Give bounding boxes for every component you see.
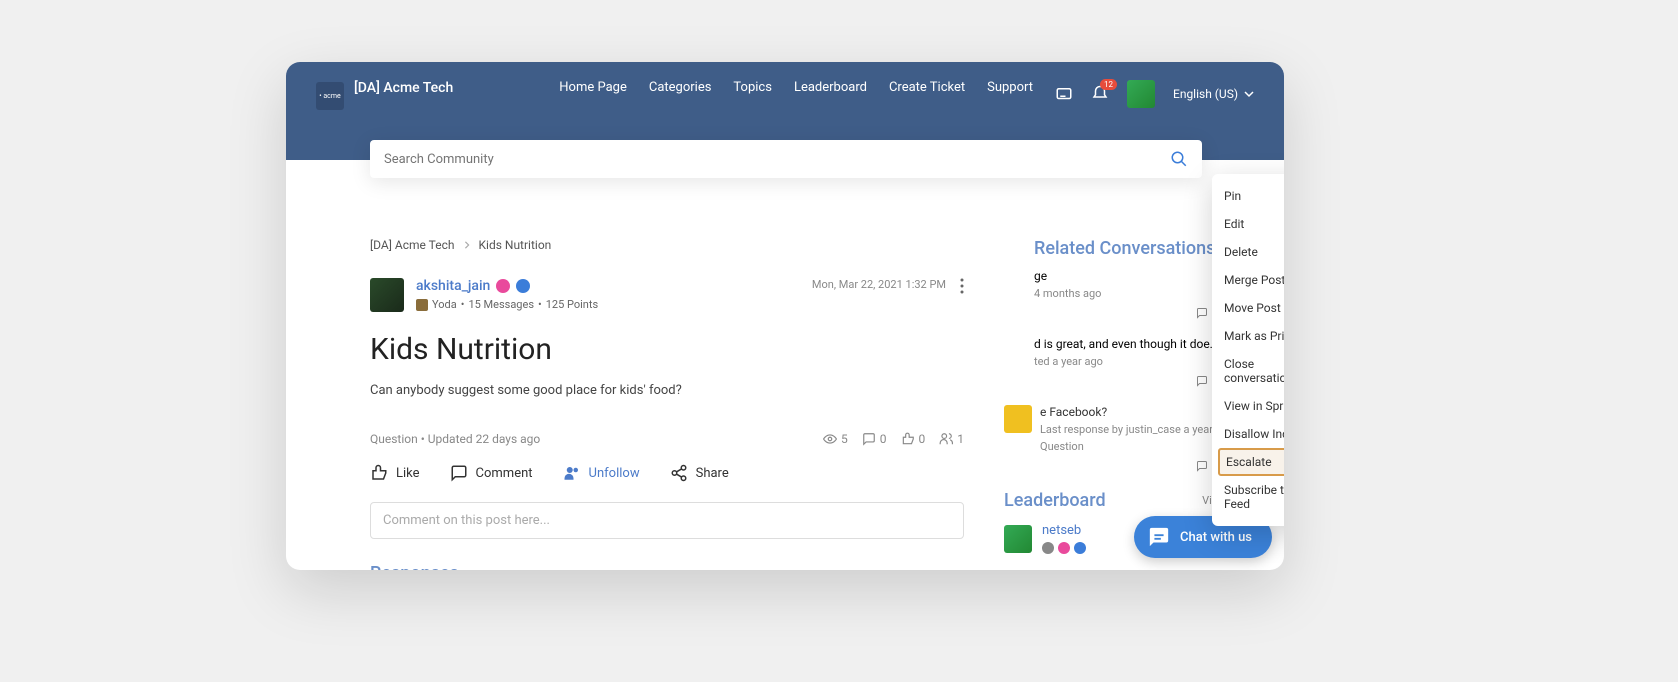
- menu-mark-private[interactable]: Mark as Private: [1212, 322, 1284, 350]
- thumbs-up-icon: [370, 464, 388, 482]
- menu-subscribe-rss[interactable]: Subscribe to RSS Feed: [1212, 476, 1284, 518]
- stat-followers: 1: [939, 432, 964, 446]
- share-icon: [670, 464, 688, 482]
- nav-support[interactable]: Support: [987, 80, 1033, 95]
- post-meta: Question • Updated 22 days ago 5 0: [370, 432, 964, 446]
- more-options-button[interactable]: [960, 278, 964, 294]
- menu-delete[interactable]: Delete: [1212, 238, 1284, 266]
- main-content: [DA] Acme Tech Kids Nutrition akshita_ja…: [286, 160, 1284, 570]
- main-nav: Home Page Categories Topics Leaderboard …: [559, 80, 1033, 95]
- comment-icon: [1196, 460, 1208, 472]
- stat-views: 5: [823, 432, 848, 446]
- brand-logo: • acme: [316, 82, 344, 110]
- brand-name[interactable]: [DA] Acme Tech: [354, 80, 453, 96]
- related-avatar: [1004, 405, 1032, 433]
- post-updated: Updated 22 days ago: [428, 432, 540, 446]
- users-icon: [939, 432, 953, 446]
- comment-icon: [450, 464, 468, 482]
- search-bar: [370, 140, 1202, 178]
- breadcrumb: [DA] Acme Tech Kids Nutrition: [370, 238, 964, 252]
- post-timestamp: Mon, Mar 22, 2021 1:32 PM: [812, 278, 946, 291]
- header-right: 12 English (US): [1055, 80, 1254, 108]
- notifications-icon[interactable]: 12: [1091, 85, 1109, 103]
- like-button[interactable]: Like: [370, 464, 420, 482]
- author-name[interactable]: akshita_jain: [416, 278, 490, 294]
- leader-badge-3: [1074, 542, 1086, 554]
- more-options-menu: Pin Edit Delete Merge Post Move Post Mar…: [1212, 174, 1284, 526]
- language-label: English (US): [1173, 87, 1238, 101]
- eye-icon: [823, 432, 837, 446]
- post-title: Kids Nutrition: [370, 332, 964, 367]
- users-icon: [563, 464, 581, 482]
- post-panel: [DA] Acme Tech Kids Nutrition akshita_ja…: [370, 238, 964, 570]
- messages-icon[interactable]: [1055, 85, 1073, 103]
- chat-label: Chat with us: [1180, 530, 1252, 545]
- menu-pin[interactable]: Pin: [1212, 182, 1284, 210]
- author-badge-2: [516, 279, 530, 293]
- app-window: • acme [DA] Acme Tech Home Page Categori…: [286, 62, 1284, 570]
- menu-merge-post[interactable]: Merge Post: [1212, 266, 1284, 294]
- nav-create-ticket[interactable]: Create Ticket: [889, 80, 965, 95]
- author-avatar[interactable]: [370, 278, 404, 312]
- chat-icon: [1148, 526, 1170, 548]
- leader-avatar: [1004, 525, 1032, 553]
- menu-disallow-indexing[interactable]: Disallow Indexing: [1212, 420, 1284, 448]
- rank-icon: [416, 299, 428, 311]
- menu-edit[interactable]: Edit: [1212, 210, 1284, 238]
- author-messages: 15 Messages: [468, 298, 534, 311]
- menu-move-post[interactable]: Move Post: [1212, 294, 1284, 322]
- nav-leaderboard[interactable]: Leaderboard: [794, 80, 867, 95]
- thumbs-up-icon: [901, 432, 915, 446]
- menu-view-sprinklr[interactable]: View in Sprinklr: [1212, 392, 1284, 420]
- unfollow-button[interactable]: Unfollow: [563, 464, 640, 482]
- comment-icon: [1196, 307, 1208, 319]
- breadcrumb-root[interactable]: [DA] Acme Tech: [370, 238, 455, 252]
- share-button[interactable]: Share: [670, 464, 729, 482]
- chevron-down-icon: [1244, 89, 1254, 99]
- nav-categories[interactable]: Categories: [649, 80, 712, 95]
- leader-badge-1: [1042, 542, 1054, 554]
- comment-button[interactable]: Comment: [450, 464, 533, 482]
- nav-home[interactable]: Home Page: [559, 80, 627, 95]
- post-body: Can anybody suggest some good place for …: [370, 383, 964, 398]
- comment-icon: [862, 432, 876, 446]
- responses-heading: Responses: [370, 563, 964, 570]
- post-actions: Like Comment Unfollow Share: [370, 464, 964, 482]
- breadcrumb-current: Kids Nutrition: [479, 238, 552, 252]
- author-rank: Yoda: [432, 298, 457, 311]
- search-input[interactable]: [384, 152, 1170, 167]
- post-type: Question: [370, 432, 418, 446]
- search-icon[interactable]: [1170, 150, 1188, 168]
- chevron-right-icon: [463, 241, 471, 249]
- language-selector[interactable]: English (US): [1173, 87, 1254, 101]
- nav-topics[interactable]: Topics: [733, 80, 772, 95]
- comment-icon: [1196, 375, 1208, 387]
- leaderboard-heading: Leaderboard: [1004, 490, 1106, 511]
- post-header: akshita_jain Yoda • 15 Messages • 125 Po…: [370, 278, 964, 312]
- menu-escalate[interactable]: Escalate: [1218, 448, 1284, 476]
- comment-input[interactable]: Comment on this post here...: [370, 502, 964, 539]
- menu-close-conversation[interactable]: Close conversation: [1212, 350, 1284, 392]
- stat-comments: 0: [862, 432, 887, 446]
- leader-badge-2: [1058, 542, 1070, 554]
- user-avatar[interactable]: [1127, 80, 1155, 108]
- author-points: 125 Points: [546, 298, 598, 311]
- stat-likes: 0: [901, 432, 926, 446]
- leader-name: netseb: [1042, 523, 1086, 538]
- notification-badge: 12: [1100, 79, 1117, 90]
- author-badge-1: [496, 279, 510, 293]
